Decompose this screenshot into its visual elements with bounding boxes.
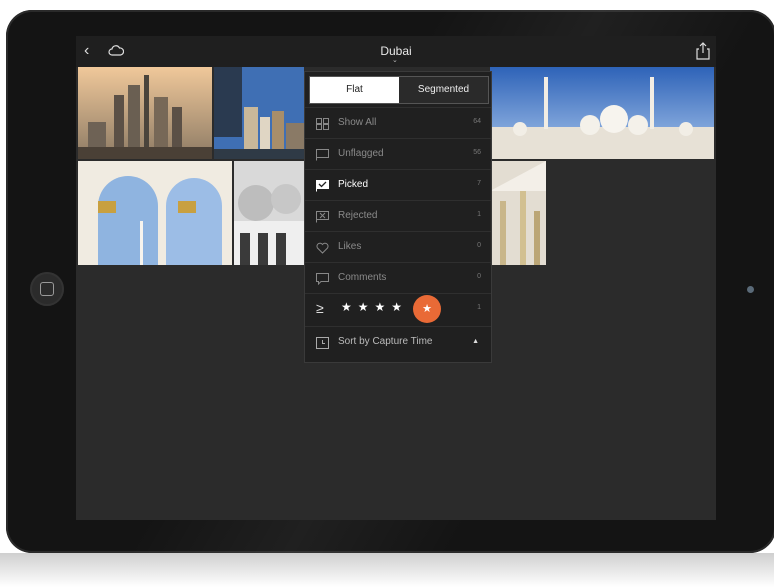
- filter-label: Picked: [338, 179, 369, 190]
- sort-caret-icon[interactable]: ▲: [472, 338, 479, 345]
- picked-flag-icon: [316, 179, 329, 192]
- title-dropdown-chevron-icon[interactable]: ⌄: [392, 56, 398, 64]
- rating-stars: ★ ★ ★ ★: [341, 300, 402, 314]
- photo-thumbnail[interactable]: [490, 67, 714, 159]
- filter-label: Show All: [338, 117, 377, 128]
- app-screen: ‹ Dubai ⌄ Flat Segmented Show All 64 Unf…: [76, 36, 716, 520]
- photo-thumbnail[interactable]: [490, 161, 546, 265]
- filter-show-all[interactable]: Show All 64: [305, 107, 491, 139]
- unflagged-icon: [316, 148, 329, 161]
- sort-label: Sort by Capture Time: [338, 336, 433, 347]
- sort-order-control[interactable]: Sort by Capture Time ▲: [305, 326, 491, 358]
- filter-count: 1: [477, 211, 481, 218]
- star-icon[interactable]: ★: [341, 300, 352, 314]
- filter-label: Comments: [338, 272, 387, 283]
- clock-icon: [316, 336, 329, 349]
- rejected-flag-icon: [316, 210, 329, 223]
- filter-rejected[interactable]: Rejected 1: [305, 200, 491, 232]
- segment-segmented[interactable]: Segmented: [399, 77, 488, 103]
- photo-thumbnail[interactable]: [78, 161, 232, 265]
- segment-flat[interactable]: Flat: [310, 77, 399, 103]
- photo-thumbnail[interactable]: [214, 67, 304, 159]
- filter-label: Rejected: [338, 210, 378, 221]
- filter-menu: Flat Segmented Show All 64 Unflagged 56 …: [304, 71, 492, 363]
- filter-count: 0: [477, 273, 481, 280]
- filter-count: 64: [473, 118, 481, 125]
- filter-picked[interactable]: Picked 7: [305, 169, 491, 201]
- view-mode-segmented-control: Flat Segmented: [309, 76, 489, 104]
- filter-label: Likes: [338, 241, 362, 252]
- filter-count: 1: [477, 304, 481, 311]
- filter-unflagged[interactable]: Unflagged 56: [305, 138, 491, 170]
- filter-label: Unflagged: [338, 148, 384, 159]
- greater-or-equal-icon[interactable]: ≥: [316, 300, 324, 316]
- share-icon[interactable]: [696, 42, 710, 60]
- home-button[interactable]: [30, 272, 64, 306]
- filter-count: 0: [477, 242, 481, 249]
- filter-comments[interactable]: Comments 0: [305, 262, 491, 294]
- star-icon[interactable]: ★: [391, 300, 402, 314]
- filter-likes[interactable]: Likes 0: [305, 231, 491, 263]
- star-rating-filter[interactable]: ≥ ★ ★ ★ ★ ★ 1: [305, 293, 491, 325]
- selected-star-knob[interactable]: ★: [413, 295, 441, 323]
- grid-icon: [316, 117, 329, 130]
- star-icon[interactable]: ★: [375, 300, 386, 314]
- photo-thumbnail[interactable]: [78, 67, 212, 159]
- heart-icon: [316, 241, 329, 254]
- comment-icon: [316, 272, 329, 286]
- device-reflection: [0, 553, 774, 587]
- camera-dot: [747, 286, 754, 293]
- filter-count: 7: [477, 180, 481, 187]
- photo-thumbnail[interactable]: [234, 161, 304, 265]
- top-bar: ‹ Dubai ⌄: [76, 36, 716, 67]
- filter-count: 56: [473, 149, 481, 156]
- star-icon[interactable]: ★: [358, 300, 369, 314]
